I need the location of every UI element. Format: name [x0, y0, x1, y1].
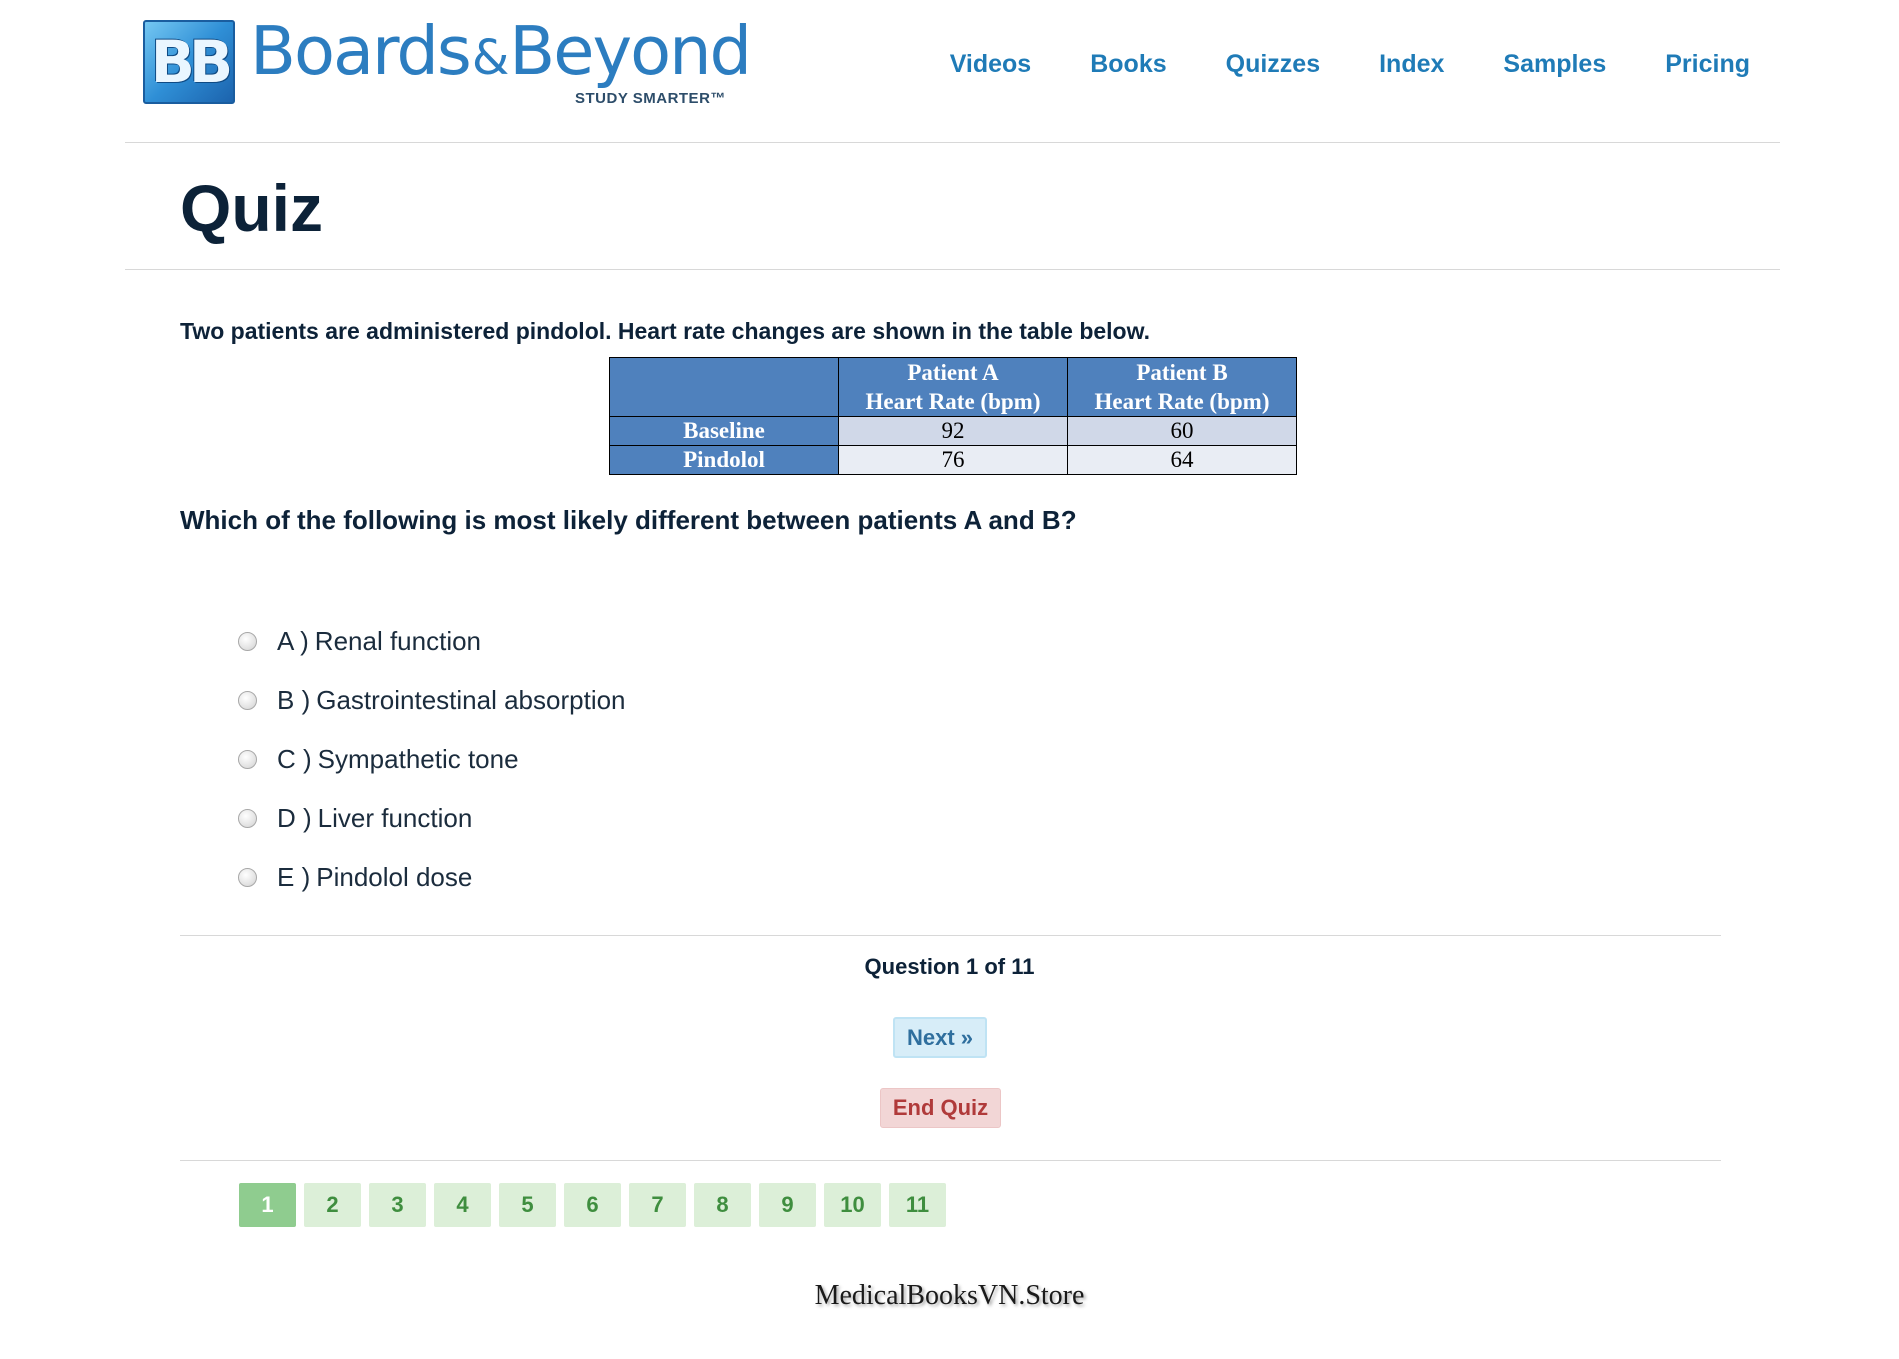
brand-name-part1: Boards	[250, 12, 472, 90]
option-letter: C )	[277, 744, 312, 774]
title-divider	[125, 269, 1780, 270]
table-row: Baseline 92 60	[609, 416, 1297, 446]
header-b-line2: Heart Rate (bpm)	[1094, 389, 1270, 414]
option-letter: B )	[277, 685, 311, 715]
answer-option-b[interactable]: B ) Gastrointestinal absorption	[238, 671, 626, 730]
option-letter: A )	[277, 626, 309, 656]
header-a-line1: Patient A	[907, 360, 999, 385]
pager-button-6[interactable]: 6	[564, 1183, 621, 1227]
table-header-patient-a: Patient A Heart Rate (bpm)	[838, 357, 1068, 417]
pager-button-10[interactable]: 10	[824, 1183, 881, 1227]
heart-rate-table: Patient A Heart Rate (bpm) Patient B Hea…	[609, 357, 1297, 475]
option-text: Sympathetic tone	[317, 744, 519, 774]
divider	[180, 1160, 1721, 1161]
answer-options: A ) Renal function B ) Gastrointestinal …	[238, 612, 626, 907]
pager-button-3[interactable]: 3	[369, 1183, 426, 1227]
table-header-patient-b: Patient B Heart Rate (bpm)	[1067, 357, 1297, 417]
pager-button-7[interactable]: 7	[629, 1183, 686, 1227]
question-stem: Two patients are administered pindolol. …	[180, 318, 1151, 344]
nav-pricing[interactable]: Pricing	[1665, 50, 1750, 79]
radio-button[interactable]	[238, 809, 257, 828]
pager-button-5[interactable]: 5	[499, 1183, 556, 1227]
row-label-pindolol: Pindolol	[609, 445, 839, 475]
option-text: Gastrointestinal absorption	[316, 685, 626, 715]
page-title: Quiz	[180, 171, 323, 245]
radio-button[interactable]	[238, 868, 257, 887]
next-button[interactable]: Next »	[893, 1017, 987, 1058]
table-row: Pindolol 76 64	[609, 445, 1297, 475]
header-b-line1: Patient B	[1136, 360, 1228, 385]
pager-button-9[interactable]: 9	[759, 1183, 816, 1227]
nav-samples[interactable]: Samples	[1503, 50, 1606, 79]
radio-button[interactable]	[238, 632, 257, 651]
row-label-baseline: Baseline	[609, 416, 839, 446]
table-corner-cell	[609, 357, 839, 417]
watermark: MedicalBooksVN.Store	[814, 1280, 1085, 1311]
end-quiz-button[interactable]: End Quiz	[880, 1088, 1001, 1128]
main-nav: Videos Books Quizzes Index Samples Prici…	[891, 50, 1750, 79]
nav-videos[interactable]: Videos	[950, 50, 1032, 79]
pager-button-1[interactable]: 1	[239, 1183, 296, 1227]
question-counter: Question 1 of 11	[864, 954, 1035, 979]
table-header-row: Patient A Heart Rate (bpm) Patient B Hea…	[609, 357, 1297, 417]
option-text: Renal function	[314, 626, 482, 656]
divider	[180, 935, 1721, 936]
cell-baseline-a: 92	[838, 416, 1068, 446]
pager-button-8[interactable]: 8	[694, 1183, 751, 1227]
option-letter: D )	[277, 803, 312, 833]
answer-option-e[interactable]: E ) Pindolol dose	[238, 848, 626, 907]
pager-button-4[interactable]: 4	[434, 1183, 491, 1227]
answer-option-c[interactable]: C ) Sympathetic tone	[238, 730, 626, 789]
brand-logo-wordmark[interactable]: Boards&Beyond	[250, 18, 752, 86]
brand-ampersand: &	[471, 30, 509, 86]
nav-books[interactable]: Books	[1090, 50, 1166, 79]
brand-tagline: STUDY SMARTER™	[575, 90, 726, 107]
quiz-page: BB Boards&Beyond STUDY SMARTER™ Videos B…	[0, 0, 1899, 1359]
radio-button[interactable]	[238, 691, 257, 710]
question-pager: 1 2 3 4 5 6 7 8 9 10 11	[239, 1183, 954, 1227]
option-text: Liver function	[317, 803, 473, 833]
answer-option-a[interactable]: A ) Renal function	[238, 612, 626, 671]
header-a-line2: Heart Rate (bpm)	[865, 389, 1041, 414]
site-header: BB Boards&Beyond STUDY SMARTER™ Videos B…	[125, 0, 1780, 143]
cell-baseline-b: 60	[1067, 416, 1297, 446]
option-text: Pindolol dose	[316, 862, 473, 892]
nav-index[interactable]: Index	[1379, 50, 1444, 79]
brand-name-part2: Beyond	[509, 12, 752, 90]
pager-button-2[interactable]: 2	[304, 1183, 361, 1227]
cell-pindolol-b: 64	[1067, 445, 1297, 475]
brand-logo-badge[interactable]: BB	[143, 20, 235, 104]
pager-button-11[interactable]: 11	[889, 1183, 946, 1227]
question-prompt: Which of the following is most likely di…	[180, 505, 1077, 535]
option-letter: E )	[277, 862, 311, 892]
cell-pindolol-a: 76	[838, 445, 1068, 475]
answer-option-d[interactable]: D ) Liver function	[238, 789, 626, 848]
nav-quizzes[interactable]: Quizzes	[1226, 50, 1320, 79]
radio-button[interactable]	[238, 750, 257, 769]
